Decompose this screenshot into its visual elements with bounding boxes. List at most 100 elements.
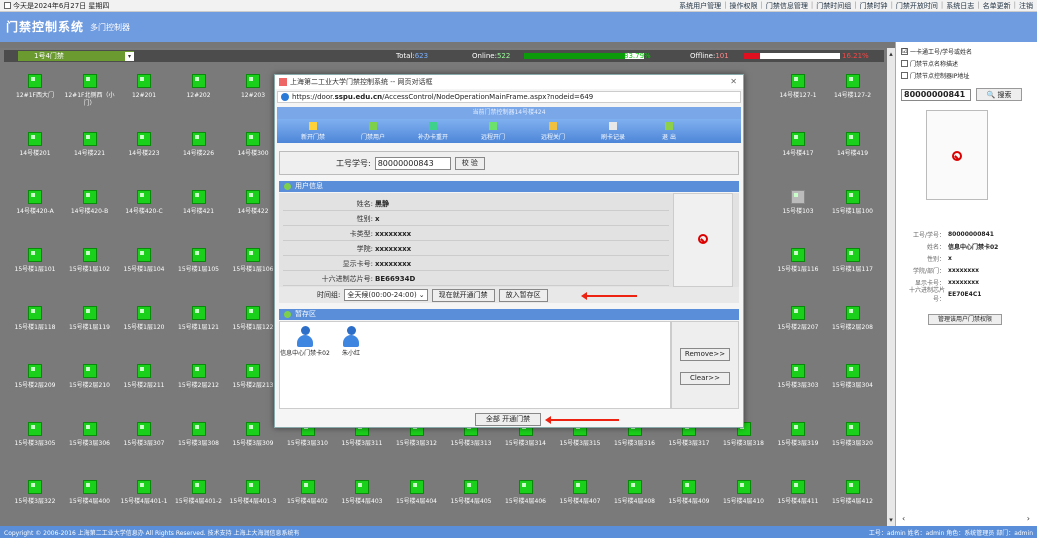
toolbar-button[interactable]: 补办卡重开 bbox=[403, 119, 463, 143]
door-status-icon[interactable] bbox=[736, 480, 751, 494]
clear-button[interactable]: Clear>> bbox=[680, 372, 730, 385]
scroll-right-icon[interactable]: › bbox=[1027, 514, 1030, 524]
door-node[interactable]: 12#202 bbox=[172, 66, 226, 122]
door-node[interactable]: 15号楼4层409 bbox=[662, 472, 716, 528]
door-node[interactable]: 15号楼2层212 bbox=[172, 356, 226, 412]
door-status-icon[interactable] bbox=[791, 132, 805, 146]
close-icon[interactable]: ✕ bbox=[730, 77, 737, 86]
door-status-icon[interactable] bbox=[300, 480, 315, 494]
add-to-temp-button[interactable]: 放入暂存区 bbox=[498, 288, 548, 302]
door-node[interactable]: 15号楼1层116 bbox=[771, 240, 825, 296]
door-status-icon[interactable] bbox=[191, 132, 206, 146]
door-status-icon[interactable] bbox=[191, 480, 206, 494]
door-status-icon[interactable] bbox=[191, 364, 206, 378]
open-now-button[interactable]: 现在就开通门禁 bbox=[431, 288, 495, 302]
top-nav-item[interactable]: 门禁开放时间 bbox=[896, 1, 938, 11]
chevron-down-icon[interactable]: ⌄ bbox=[419, 290, 425, 300]
door-node[interactable]: 15号楼1层101 bbox=[8, 240, 62, 296]
door-node[interactable]: 15号楼3层322 bbox=[8, 472, 62, 528]
door-status-icon[interactable] bbox=[845, 190, 860, 204]
door-node[interactable]: 14号楼422 bbox=[226, 182, 280, 238]
door-status-icon[interactable] bbox=[137, 422, 151, 436]
door-node[interactable]: 14号楼419 bbox=[826, 124, 880, 180]
door-status-icon[interactable] bbox=[28, 74, 42, 88]
door-status-icon[interactable] bbox=[246, 306, 260, 320]
door-status-icon[interactable] bbox=[791, 306, 805, 320]
door-node[interactable]: 14号楼417 bbox=[771, 124, 825, 180]
door-node[interactable]: 15号楼4层401-1 bbox=[117, 472, 171, 528]
door-status-icon[interactable] bbox=[791, 74, 805, 88]
door-node[interactable]: 12#203 bbox=[226, 66, 280, 122]
door-status-icon[interactable] bbox=[191, 306, 206, 320]
toolbar-button[interactable]: 门禁用户 bbox=[343, 119, 403, 143]
manage-permissions-button[interactable]: 管理该用户门禁权限 bbox=[928, 314, 1002, 325]
toolbar-button[interactable]: 刷卡记录 bbox=[583, 119, 643, 143]
door-node[interactable]: 14号楼421 bbox=[172, 182, 226, 238]
door-status-icon[interactable] bbox=[191, 74, 206, 88]
door-node[interactable]: 15号楼1层104 bbox=[117, 240, 171, 296]
toolbar-button[interactable]: 远程开门 bbox=[463, 119, 523, 143]
chevron-down-icon[interactable]: ▾ bbox=[125, 51, 134, 61]
door-status-icon[interactable] bbox=[28, 132, 42, 146]
door-status-icon[interactable] bbox=[82, 306, 97, 320]
door-status-icon[interactable] bbox=[82, 248, 97, 262]
top-nav-item[interactable]: 门禁信息管理 bbox=[766, 1, 808, 11]
door-status-icon[interactable] bbox=[246, 190, 260, 204]
door-status-icon[interactable] bbox=[137, 480, 151, 494]
checkbox[interactable] bbox=[901, 72, 908, 79]
door-status-icon[interactable] bbox=[246, 74, 260, 88]
verify-button[interactable]: 校 验 bbox=[454, 156, 485, 170]
door-node[interactable]: 12#1F北侧西（小门） bbox=[63, 66, 117, 122]
checkbox[interactable] bbox=[901, 60, 908, 67]
top-nav-item[interactable]: 门禁时钟 bbox=[860, 1, 888, 11]
door-status-icon[interactable] bbox=[845, 248, 860, 262]
open-all-button[interactable]: 全部 开通门禁 bbox=[475, 413, 541, 426]
door-status-icon[interactable] bbox=[82, 132, 97, 146]
door-status-icon[interactable] bbox=[137, 248, 151, 262]
door-node[interactable]: 15号楼4层400 bbox=[63, 472, 117, 528]
door-status-icon[interactable] bbox=[246, 364, 260, 378]
door-node[interactable]: 15号楼4层402 bbox=[281, 472, 335, 528]
top-nav-item[interactable]: 名单更新 bbox=[983, 1, 1011, 11]
door-node[interactable]: 15号楼1层119 bbox=[63, 298, 117, 354]
door-node[interactable]: 15号楼1层117 bbox=[826, 240, 880, 296]
door-node[interactable]: 15号楼4层408 bbox=[608, 472, 662, 528]
door-node[interactable]: 15号楼4层411 bbox=[771, 472, 825, 528]
door-status-icon[interactable] bbox=[845, 364, 860, 378]
door-status-icon[interactable] bbox=[82, 480, 97, 494]
door-status-icon[interactable] bbox=[355, 480, 369, 494]
door-status-icon[interactable] bbox=[791, 422, 805, 436]
door-status-icon[interactable] bbox=[28, 248, 42, 262]
checkbox[interactable]: ☑ bbox=[901, 48, 908, 55]
door-status-icon[interactable] bbox=[28, 364, 42, 378]
time-group-select[interactable]: 全天候(00:00-24:00) ⌄ bbox=[344, 289, 428, 301]
top-nav-item[interactable]: 操作权限 bbox=[729, 1, 757, 11]
top-nav-item[interactable]: 门禁时间组 bbox=[816, 1, 851, 11]
door-status-icon[interactable] bbox=[845, 132, 860, 146]
door-status-icon[interactable] bbox=[573, 480, 587, 494]
door-node[interactable]: 15号楼2层210 bbox=[63, 356, 117, 412]
door-node[interactable]: 15号楼4层410 bbox=[717, 472, 771, 528]
door-node[interactable]: 15号楼2层211 bbox=[117, 356, 171, 412]
door-status-icon[interactable] bbox=[137, 306, 151, 320]
door-node[interactable]: 14号楼420-C bbox=[117, 182, 171, 238]
remove-button[interactable]: Remove>> bbox=[680, 348, 730, 361]
door-node[interactable]: 15号楼1层120 bbox=[117, 298, 171, 354]
door-node[interactable]: 15号楼3层309 bbox=[226, 414, 280, 470]
temp-person[interactable]: 朱小红 bbox=[326, 326, 376, 358]
door-node[interactable]: 14号楼420-A bbox=[8, 182, 62, 238]
door-status-icon[interactable] bbox=[409, 480, 424, 494]
door-node[interactable]: 15号楼4层412 bbox=[826, 472, 880, 528]
door-node[interactable]: 15号楼3层304 bbox=[826, 356, 880, 412]
door-node[interactable]: 15号楼1层122 bbox=[226, 298, 280, 354]
door-status-icon[interactable] bbox=[791, 480, 805, 494]
door-status-icon[interactable] bbox=[845, 422, 860, 436]
scroll-left-icon[interactable]: ‹ bbox=[902, 514, 905, 524]
search-button[interactable]: 🔍 搜索 bbox=[976, 88, 1022, 101]
door-node[interactable]: 15号楼1层105 bbox=[172, 240, 226, 296]
door-status-icon[interactable] bbox=[28, 422, 42, 436]
door-node[interactable]: 14号楼420-B bbox=[63, 182, 117, 238]
door-node[interactable]: 15号楼2层213 bbox=[226, 356, 280, 412]
door-status-icon[interactable] bbox=[137, 364, 151, 378]
door-node[interactable]: 15号楼3层319 bbox=[771, 414, 825, 470]
